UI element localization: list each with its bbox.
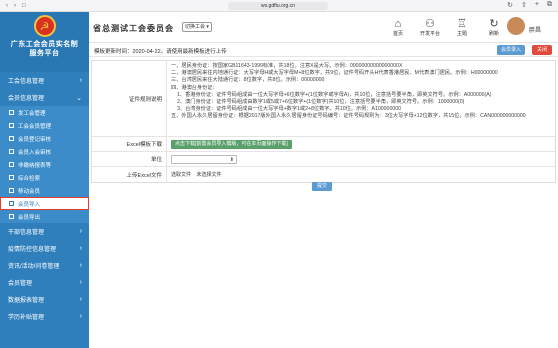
doc-icon — [9, 175, 14, 180]
sidebar-subitem[interactable]: 非缴纳报表等 — [0, 158, 89, 171]
brand: ☭ 广东工会会员实名制 服务平台 — [0, 12, 89, 72]
doc-icon — [9, 123, 14, 128]
sidebar-subitem[interactable]: 会员入会审核 — [0, 145, 89, 158]
shirt-icon: ♖ — [457, 18, 467, 30]
form-row-excel: Excel模板下载 点击下载[前置会员导入模版，可在本页面操作下载] — [92, 137, 555, 152]
rules-label: 证件规则说明 — [92, 61, 167, 136]
chevron-down-icon: ⌄ — [76, 94, 82, 102]
tabs-icon[interactable]: ⧉ — [547, 1, 552, 9]
nav-home[interactable]: ⌂ 首页 — [382, 18, 414, 37]
sidebar-subitem-member-import[interactable]: 会员导入 — [0, 197, 89, 210]
brand-name: 广东工会会员实名制 服务平台 — [10, 41, 79, 57]
unit-select[interactable]: ⬍ — [171, 155, 237, 164]
user-name[interactable]: 胖昌 — [529, 25, 541, 34]
nav-dev-platform[interactable]: ⚇ 开发平台 — [414, 18, 446, 37]
chevron-right-icon: › — [79, 279, 82, 286]
doc-icon — [9, 188, 14, 193]
close-button[interactable]: 关闭 — [532, 45, 552, 55]
form-row-rules: 证件规则说明 一、居民身份证：按国家GB11643-1999标准，共18位，注意… — [92, 61, 555, 137]
doc-icon — [9, 149, 14, 154]
chevron-right-icon: › — [79, 228, 82, 235]
chevron-right-icon: › — [79, 313, 82, 320]
avatar[interactable] — [507, 17, 525, 35]
doc-icon — [9, 214, 14, 219]
chevron-right-icon: › — [79, 245, 82, 252]
template-notice: 模板更新时间：2020-04-22。请使用最新模板进行上传 — [94, 49, 227, 55]
nav-theme[interactable]: ♖ 主题 — [446, 18, 478, 37]
sidebar-item[interactable]: 干部信息管理 › — [0, 223, 89, 240]
chevron-right-icon: › — [79, 296, 82, 303]
rule-line: 1、香港身份证：证件号码组成由一位大写字母+6位数字+(1位数字或字母A)，共1… — [177, 91, 492, 98]
chevron-down-icon: ⬍ — [229, 157, 234, 163]
sidebar-item[interactable]: 疫情防控信息管理 › — [0, 240, 89, 257]
address-bar[interactable]: ws.gdftu.org.cn — [228, 2, 328, 10]
handshake-icon: ⚇ — [425, 18, 435, 30]
unit-label: 单位 — [92, 152, 167, 166]
sidebar-item[interactable]: 会员管理 › — [0, 274, 89, 291]
submit-button[interactable]: 提交 — [312, 182, 332, 191]
forward-icon[interactable]: › — [14, 3, 16, 9]
doc-icon — [9, 110, 14, 115]
browser-toolbar: ‹ › □ ws.gdftu.org.cn ↻ ⇧ + ⧉ — [0, 0, 558, 12]
download-template-button[interactable]: 点击下载[前置会员导入模版，可在本页面操作下载] — [171, 140, 292, 149]
share-icon[interactable]: ⇧ — [521, 1, 527, 9]
doc-icon — [9, 136, 14, 141]
sidebar-subitem[interactable]: 综合检索 — [0, 171, 89, 184]
back-icon[interactable]: ‹ — [6, 3, 8, 9]
sidebar: ☭ 广东工会会员实名制 服务平台 工会信息管理 › 会员信息管理 ⌄ 发工会管理… — [0, 12, 89, 348]
reload-icon[interactable]: ↻ — [507, 1, 513, 9]
new-tab-icon[interactable]: + — [535, 1, 539, 9]
choose-file-button[interactable]: 选取文件 — [171, 171, 191, 178]
home-icon: ⌂ — [394, 18, 402, 30]
nav-refresh[interactable]: ↻ 刷新 — [478, 18, 510, 37]
excel-label: Excel模板下载 — [92, 137, 167, 151]
notice-bar: 模板更新时间：2020-04-22。请使用最新模板进行上传 会员录入 关闭 — [89, 43, 558, 57]
doc-icon — [9, 201, 14, 206]
main-content: 模板更新时间：2020-04-22。请使用最新模板进行上传 会员录入 关闭 证件… — [89, 43, 558, 348]
top-nav: ⌂ 首页 ⚇ 开发平台 ♖ 主题 ↻ 刷新 — [382, 18, 510, 37]
sidebar-item-member-info[interactable]: 会员信息管理 ⌄ — [0, 89, 89, 106]
chevron-right-icon: › — [79, 77, 82, 84]
refresh-icon: ↻ — [489, 18, 499, 30]
sidebar-item-union-info[interactable]: 工会信息管理 › — [0, 72, 89, 89]
site-title: 省总测试工会委员会 — [93, 23, 174, 33]
rule-line: 三、台湾居民来往大陆通行证：8位数字，共8位。示例：00000000 — [171, 77, 325, 84]
union-logo-icon: ☭ — [33, 15, 56, 37]
upload-label: 上传Excel文件 — [92, 167, 167, 182]
sidebar-item[interactable]: 数据报表管理 › — [0, 291, 89, 308]
sidebar-subitem[interactable]: 会员登记审核 — [0, 132, 89, 145]
sidebar-toggle-icon[interactable]: □ — [22, 3, 26, 9]
sidebar-item[interactable]: 资讯/活动/问卷管理 › — [0, 257, 89, 274]
sidebar-item[interactable]: 学历补贴管理 › — [0, 308, 89, 325]
member-entry-button[interactable]: 会员录入 — [497, 45, 525, 55]
switch-union-button[interactable]: 切换工会 ▾ — [182, 22, 212, 32]
top-header: 省总测试工会委员会 切换工会 ▾ ⌂ 首页 ⚇ 开发平台 ♖ 主题 ↻ 刷新 胖昌 — [89, 12, 558, 43]
sidebar-subitem-member-export[interactable]: 会员导出 — [0, 210, 89, 223]
doc-icon — [9, 162, 14, 167]
chevron-right-icon: › — [79, 262, 82, 269]
rules-text: 一、居民身份证：按国家GB11643-1999标准，共18位，注意X是大写。示例… — [167, 61, 555, 136]
form-row-unit: 单位 ⬍ — [92, 152, 555, 167]
sidebar-subitem[interactable]: 工会会员管理 — [0, 119, 89, 132]
sidebar-subitem[interactable]: 移动会员 — [0, 184, 89, 197]
rule-line: 四、港澳台身份证： — [171, 84, 218, 91]
import-form: 证件规则说明 一、居民身份证：按国家GB11643-1999标准，共18位，注意… — [91, 60, 556, 183]
rule-line: 五、外国人永久居留身份证：根据2017版外国人永久居留身份证号码编号：证件号码规… — [171, 113, 526, 120]
sidebar-subitem[interactable]: 发工会管理 — [0, 106, 89, 119]
file-status: 未选择文件 — [196, 172, 222, 178]
form-row-upload: 上传Excel文件 选取文件 未选择文件 — [92, 167, 555, 182]
